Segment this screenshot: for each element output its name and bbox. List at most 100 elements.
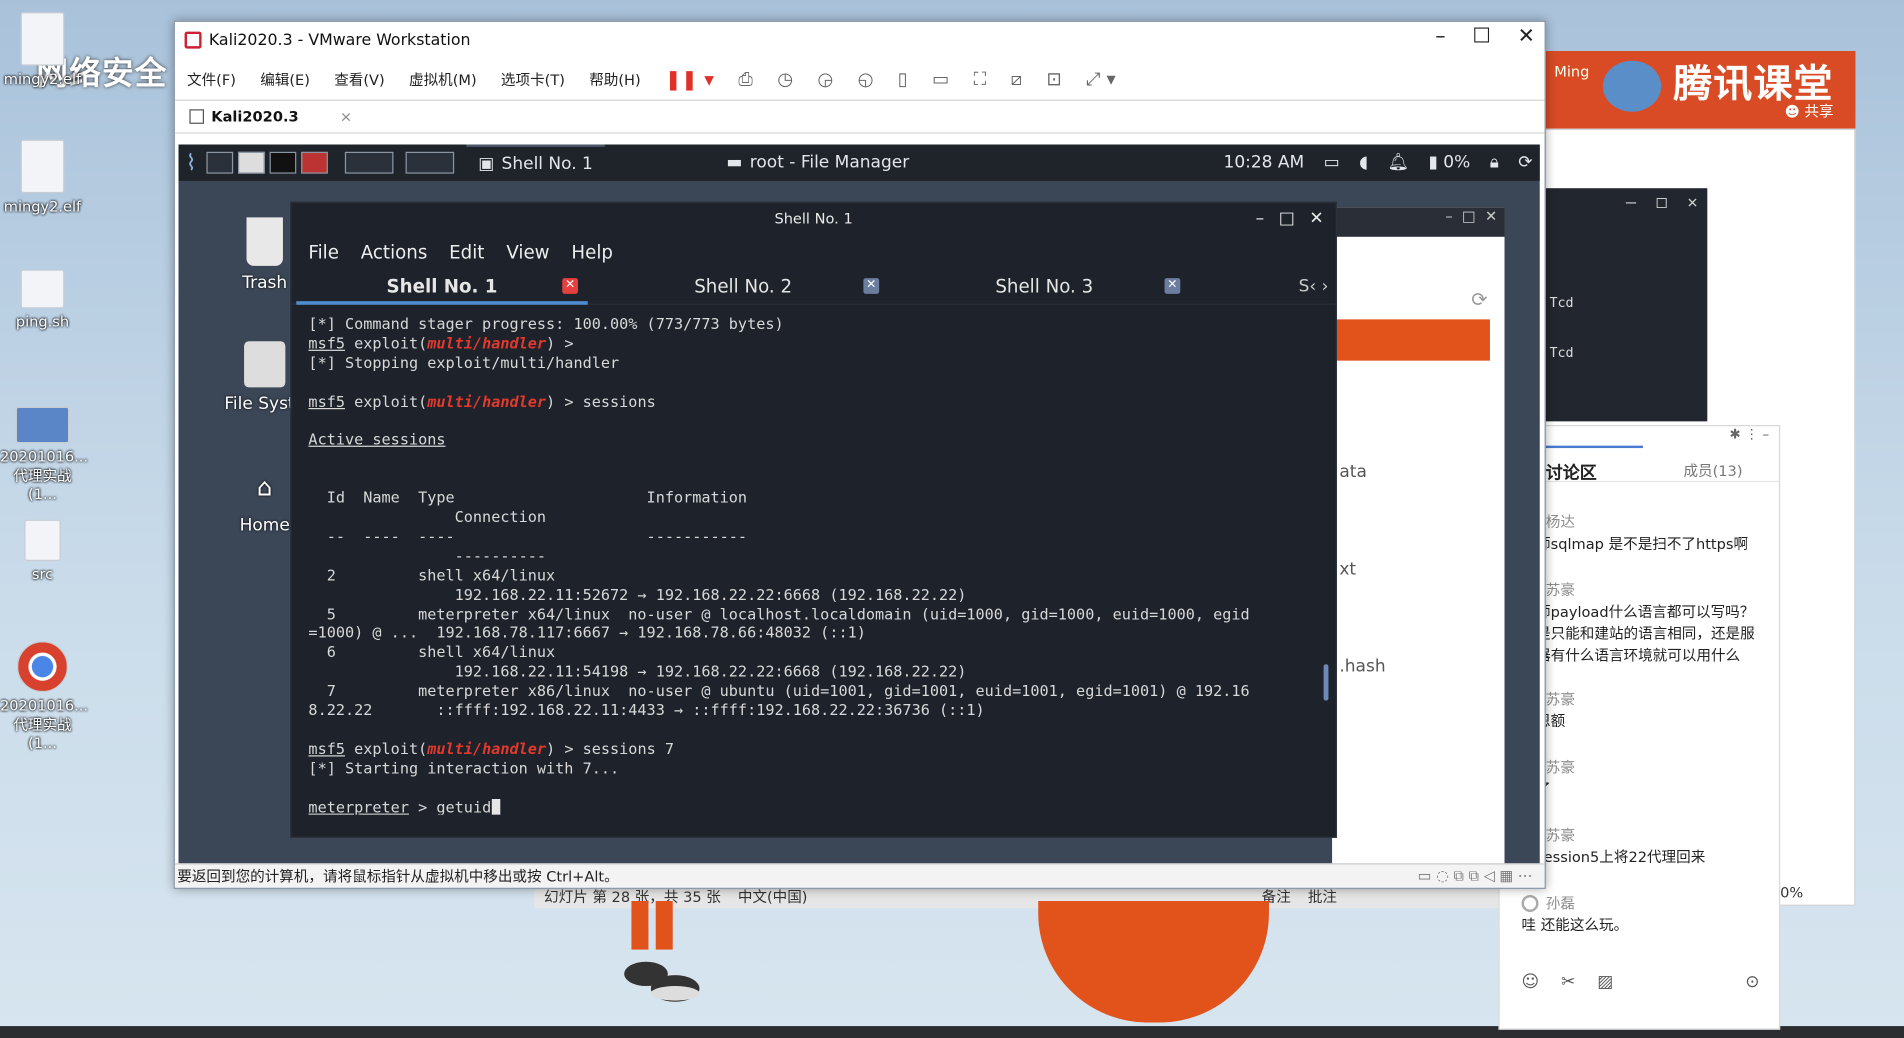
close-tab-icon[interactable]: ✕ <box>863 278 880 294</box>
menu-help[interactable]: 帮助(H) <box>589 69 640 90</box>
kali-menu-icon[interactable]: ⌇ <box>186 150 197 176</box>
library-icon[interactable]: ▯ <box>898 68 908 90</box>
emoji-icon[interactable]: ☺ <box>1522 973 1540 992</box>
clock[interactable]: 10:28 AM <box>1224 153 1305 172</box>
drive-icon <box>244 341 286 388</box>
desktop-file-mingy2-2[interactable]: mingy2.elf <box>0 139 85 215</box>
file-manager-controls[interactable]: – □ ✕ <box>1332 207 1505 237</box>
terminal-text: =1000) @ ... 192.168.78.117:6667 → 192.1… <box>308 623 866 642</box>
minimize-button[interactable]: – <box>1256 203 1265 235</box>
menu-actions[interactable]: Actions <box>361 242 428 264</box>
close-tab-icon[interactable]: ✕ <box>562 278 579 294</box>
desktop-file-mingy2-1[interactable]: mingy2.elf <box>0 12 85 87</box>
browser-icon[interactable] <box>300 151 328 174</box>
menu-view[interactable]: View <box>506 242 549 264</box>
chat-author: 孙磊 <box>1545 894 1575 912</box>
display-icon[interactable]: ▭ <box>1324 153 1340 172</box>
terminal-titlebar[interactable]: Shell No. 1 – □ ✕ <box>291 203 1335 237</box>
comments-button[interactable]: 批注 <box>1308 886 1337 907</box>
terminal-text: Connection <box>308 507 547 526</box>
file-item[interactable]: xt <box>1339 560 1356 579</box>
vmware-titlebar[interactable]: Kali2020.3 - VMware Workstation – ☐ ✕ <box>175 22 1545 58</box>
panel-controls[interactable]: ✱ ⋮ – <box>1730 426 1770 442</box>
banner-text: Ming <box>1554 63 1590 81</box>
workspace-1[interactable] <box>344 151 394 174</box>
maximize-button[interactable]: ☐ <box>1472 24 1491 48</box>
tab-members[interactable]: 成员(13) <box>1683 460 1742 481</box>
taskbar-shell[interactable]: ▣ Shell No. 1 <box>466 144 606 181</box>
lock-icon[interactable]: 🔒︎ <box>1490 153 1499 172</box>
menu-tabs[interactable]: 选项卡(T) <box>501 69 565 90</box>
revert-snapshot-icon[interactable]: ◶ <box>817 68 833 90</box>
tab-scroll-arrows[interactable]: S‹ › <box>1299 268 1329 304</box>
terminal-line: meterpreter > getuid <box>308 797 1335 815</box>
taskbar-file-manager[interactable]: ▬ root - File Manager <box>714 153 921 172</box>
scissors-icon[interactable]: ✂ <box>1561 973 1575 992</box>
minimize-button[interactable]: – <box>1435 24 1445 48</box>
send-ctrl-alt-del-icon[interactable]: ⎙ <box>738 68 753 90</box>
close-tab-icon[interactable]: ✕ <box>1164 278 1181 294</box>
battery-indicator[interactable]: ▮ 0% <box>1429 153 1471 172</box>
terminal-output[interactable]: [*] Command stager progress: 100.00% (77… <box>291 305 1335 815</box>
desktop-icon-label: ping.sh <box>15 313 70 331</box>
vm-tab[interactable]: Kali2020.3 × <box>174 99 1545 134</box>
chat-message: 孙磊哇 还能这么玩。 <box>1521 893 1765 937</box>
desktop-file-chrome[interactable]: 20201016... 代理实战(1... <box>0 641 89 752</box>
close-button[interactable]: ✕ <box>1518 24 1535 48</box>
desktop-icon-label: 代理实战(1... <box>13 716 72 752</box>
kali-guest-screen[interactable]: ⌇ ▣ Shell No. 1 ▬ root - File Manager 10:2… <box>178 144 1540 864</box>
terminal-text: ) > sessions <box>546 391 656 410</box>
desktop-icon-label: 20201016... <box>0 697 89 715</box>
share-button[interactable]: ☻ 共享 <box>1785 101 1834 122</box>
thumbnail-icon[interactable]: ▭ <box>932 68 949 90</box>
close-button[interactable]: ✕ <box>1309 203 1323 235</box>
menu-edit[interactable]: 编辑(E) <box>260 69 310 90</box>
pause-icon[interactable]: ❚❚ ▾ <box>665 67 714 90</box>
notification-icon[interactable]: 🔔︎ <box>1388 153 1410 172</box>
chat-text: 在session5上将22代理回来 <box>1521 848 1706 866</box>
menu-help[interactable]: Help <box>571 242 613 264</box>
stretch-icon[interactable]: ⤢ ▾ <box>1086 68 1116 90</box>
file-item[interactable]: ata <box>1339 463 1367 482</box>
desktop-file-ping-sh[interactable]: ping.sh <box>0 269 85 331</box>
settings-icon[interactable]: ⊙ <box>1745 973 1759 992</box>
close-tab-icon[interactable]: × <box>340 108 352 125</box>
tab-shell-2[interactable]: Shell No. 2 ✕ <box>593 268 894 303</box>
dark-window-controls[interactable]: – □ ✕ <box>1545 188 1708 224</box>
menu-view[interactable]: 查看(V) <box>334 69 384 90</box>
terminal-scrollbar[interactable] <box>1323 664 1329 701</box>
image-icon[interactable]: ▨ <box>1597 973 1613 992</box>
menu-file[interactable]: 文件(F) <box>187 69 236 90</box>
snapshot-icon[interactable]: ◷ <box>777 68 793 90</box>
terminal-text: [*] Stopping exploit/multi/handler <box>308 353 620 372</box>
menu-vm[interactable]: 虚拟机(M) <box>409 69 477 90</box>
console-icon[interactable]: ⊡ <box>1047 68 1062 90</box>
tab-discussion[interactable]: 讨论区 <box>1546 460 1597 484</box>
file-manager-icon[interactable] <box>237 151 265 174</box>
snapshot-manager-icon[interactable]: ◵ <box>858 68 874 90</box>
mascot-legs-image <box>624 901 700 1002</box>
device-icons[interactable]: ▭ ◌ ⧉ ⧉ ◁ ▦ ⋯ <box>1418 867 1545 885</box>
unity-icon[interactable]: ⧄ <box>1011 68 1023 90</box>
volume-icon[interactable]: ◖ <box>1359 153 1368 172</box>
menu-edit[interactable]: Edit <box>449 242 484 264</box>
maximize-button[interactable]: □ <box>1279 203 1295 235</box>
terminal-line: 192.168.22.11:54198 → 192.168.22.22:6668… <box>308 662 1335 681</box>
power-icon[interactable]: ⟳ <box>1518 153 1532 172</box>
menu-file[interactable]: File <box>308 242 338 264</box>
desktop-file-ppt-1[interactable]: 20201016... 代理实战(1... <box>0 406 88 503</box>
desktop-folder-src[interactable]: src <box>0 519 85 583</box>
terminal-icon[interactable] <box>269 151 297 174</box>
terminal-text: exploit( <box>344 391 428 410</box>
reload-icon[interactable]: ⟳ <box>1471 288 1487 311</box>
workspace-2[interactable] <box>405 151 454 174</box>
terminal-text: 7 meterpreter x86/linux no-user @ ubuntu… <box>308 681 1250 700</box>
terminal-text: Active sessions <box>308 430 446 449</box>
show-desktop-icon[interactable] <box>206 151 233 174</box>
file-item[interactable]: .hash <box>1339 657 1385 676</box>
tab-shell-1[interactable]: Shell No. 1 ✕ <box>291 268 592 305</box>
tab-shell-3[interactable]: Shell No. 3 ✕ <box>894 268 1195 303</box>
fullscreen-icon[interactable]: ⛶ <box>974 68 987 90</box>
file-manager-location-bar[interactable] <box>1332 319 1490 361</box>
